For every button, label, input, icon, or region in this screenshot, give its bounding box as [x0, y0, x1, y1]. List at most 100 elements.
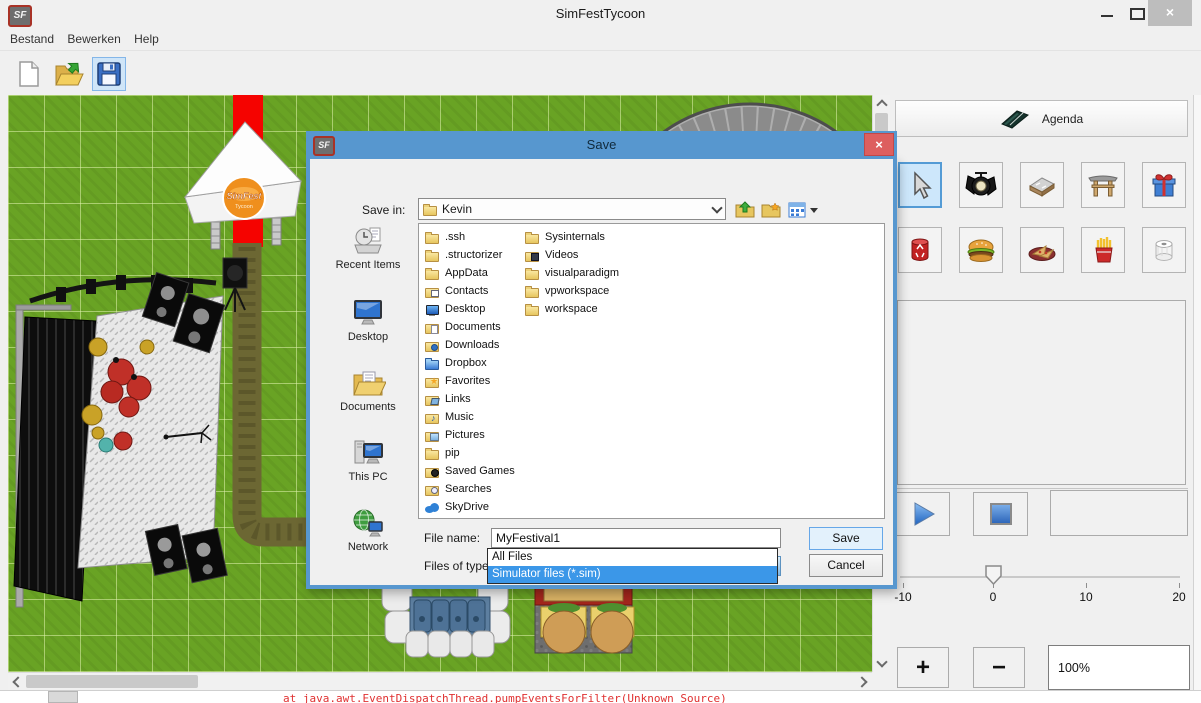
file-item[interactable]: workspace	[525, 300, 619, 318]
fries-icon	[1088, 235, 1118, 265]
console-divider	[48, 691, 78, 703]
file-item[interactable]: Downloads	[425, 336, 515, 354]
dirt-path-sprite	[247, 243, 310, 532]
file-item[interactable]: Contacts	[425, 282, 515, 300]
tool-torii-gate-button[interactable]	[1081, 162, 1125, 208]
videos-folder-icon	[525, 249, 540, 262]
tool-burger-button[interactable]	[959, 227, 1003, 273]
slider-label-neg10: -10	[883, 590, 923, 604]
minimize-button[interactable]	[1094, 2, 1120, 24]
file-item[interactable]: Searches	[425, 480, 515, 498]
save-file-button[interactable]	[92, 57, 126, 91]
file-item-label: visualparadigm	[545, 264, 619, 282]
file-item[interactable]: AppData	[425, 264, 515, 282]
tool-spotlight-button[interactable]	[959, 162, 1003, 208]
save-button[interactable]: Save	[809, 527, 883, 550]
file-name-input[interactable]	[491, 528, 781, 548]
file-item[interactable]: Pictures	[425, 426, 515, 444]
menu-help[interactable]: Help	[134, 32, 159, 46]
file-item[interactable]: Desktop	[425, 300, 515, 318]
place-this-pc[interactable]: This PC	[322, 437, 414, 483]
tool-fries-button[interactable]	[1081, 227, 1125, 273]
menu-bewerken[interactable]: Bewerken	[67, 32, 120, 46]
stop-icon	[988, 501, 1014, 527]
tool-pizza-button[interactable]	[1020, 227, 1064, 273]
zoom-in-button[interactable]: +	[897, 647, 949, 688]
view-menu-button[interactable]	[786, 200, 808, 220]
tool-select-button[interactable]	[898, 162, 942, 208]
play-button[interactable]	[895, 492, 950, 536]
place-recent-items[interactable]: Recent Items	[322, 225, 414, 271]
contacts-folder-icon	[425, 285, 440, 298]
play-icon	[909, 500, 937, 528]
save-in-combobox[interactable]: Kevin	[418, 198, 726, 220]
view-menu-icon	[788, 202, 806, 218]
file-name-label: File name:	[424, 531, 480, 545]
agenda-button[interactable]: Agenda	[895, 100, 1188, 137]
file-item-label: Pictures	[445, 426, 485, 444]
scroll-left-arrow[interactable]	[8, 673, 25, 690]
music-folder-icon	[425, 411, 440, 424]
maximize-icon	[1130, 8, 1145, 20]
place-network[interactable]: Network	[322, 507, 414, 553]
folder-icon	[525, 285, 540, 298]
file-list[interactable]: .ssh .structorizer AppData Contacts Desk…	[418, 223, 885, 519]
dropdown-option-simulator-files[interactable]: Simulator files (*.sim)	[488, 566, 777, 583]
file-item[interactable]: SkyDrive	[425, 498, 515, 516]
dropdown-option-all-files[interactable]: All Files	[488, 549, 777, 566]
scroll-right-arrow[interactable]	[855, 673, 872, 690]
favorites-folder-icon	[425, 375, 440, 388]
saved-games-folder-icon	[425, 465, 440, 478]
tool-stage-floor-button[interactable]	[1020, 162, 1064, 208]
file-item[interactable]: Sysinternals	[525, 228, 619, 246]
horizontal-scroll-thumb[interactable]	[26, 675, 198, 688]
scroll-down-arrow[interactable]	[873, 655, 890, 672]
tent-logo-subtext: Tycoon	[235, 204, 253, 210]
slider-tick	[1086, 583, 1087, 588]
file-item-label: SkyDrive	[445, 498, 489, 516]
file-item[interactable]: Music	[425, 408, 515, 426]
menu-bestand[interactable]: Bestand	[10, 32, 54, 46]
tool-toilet-paper-button[interactable]	[1142, 227, 1186, 273]
canvas-horizontal-scrollbar[interactable]	[8, 672, 872, 690]
file-item[interactable]: Dropbox	[425, 354, 515, 372]
place-documents[interactable]: Documents	[322, 367, 414, 413]
searches-folder-icon	[425, 483, 440, 496]
burger-stand-sprite	[535, 584, 634, 653]
file-item[interactable]: visualparadigm	[525, 264, 619, 282]
file-item-label: Documents	[445, 318, 501, 336]
tool-trash-can-button[interactable]	[898, 227, 942, 273]
file-item[interactable]: pip	[425, 444, 515, 462]
open-file-button[interactable]	[52, 57, 86, 91]
save-dialog: SF Save × Save in: Kevin	[306, 159, 897, 589]
up-one-level-button[interactable]	[734, 200, 756, 220]
scroll-up-arrow[interactable]	[873, 95, 890, 112]
speed-slider-track[interactable]	[900, 576, 1180, 578]
dialog-close-button[interactable]: ×	[864, 133, 894, 156]
zoom-out-button[interactable]: −	[973, 647, 1025, 688]
new-folder-button[interactable]	[760, 200, 782, 220]
agenda-label: Agenda	[1042, 112, 1083, 126]
file-item[interactable]: .ssh	[425, 228, 515, 246]
tool-gift-button[interactable]	[1142, 162, 1186, 208]
file-item[interactable]: Saved Games	[425, 462, 515, 480]
canc​el-button[interactable]: Cancel	[809, 554, 883, 577]
save-dialog-titlebar[interactable]: SF Save ×	[306, 131, 897, 159]
stop-button[interactable]	[973, 492, 1028, 536]
file-item[interactable]: Favorites	[425, 372, 515, 390]
new-file-button[interactable]	[12, 57, 46, 91]
burger-icon	[965, 235, 997, 265]
file-item[interactable]: vpworkspace	[525, 282, 619, 300]
file-item[interactable]: Documents	[425, 318, 515, 336]
folder-icon	[525, 231, 540, 244]
cursor-icon	[906, 170, 934, 200]
place-label: Recent Items	[336, 259, 401, 271]
menubar: Bestand Bewerken Help	[0, 28, 1201, 51]
file-item[interactable]: Videos	[525, 246, 619, 264]
file-item[interactable]: .structorizer	[425, 246, 515, 264]
zoom-level-field[interactable]: 100%	[1048, 645, 1190, 690]
file-item[interactable]: Links	[425, 390, 515, 408]
maximize-button[interactable]	[1124, 2, 1150, 24]
close-button[interactable]: ×	[1148, 0, 1192, 26]
place-desktop[interactable]: Desktop	[322, 297, 414, 343]
